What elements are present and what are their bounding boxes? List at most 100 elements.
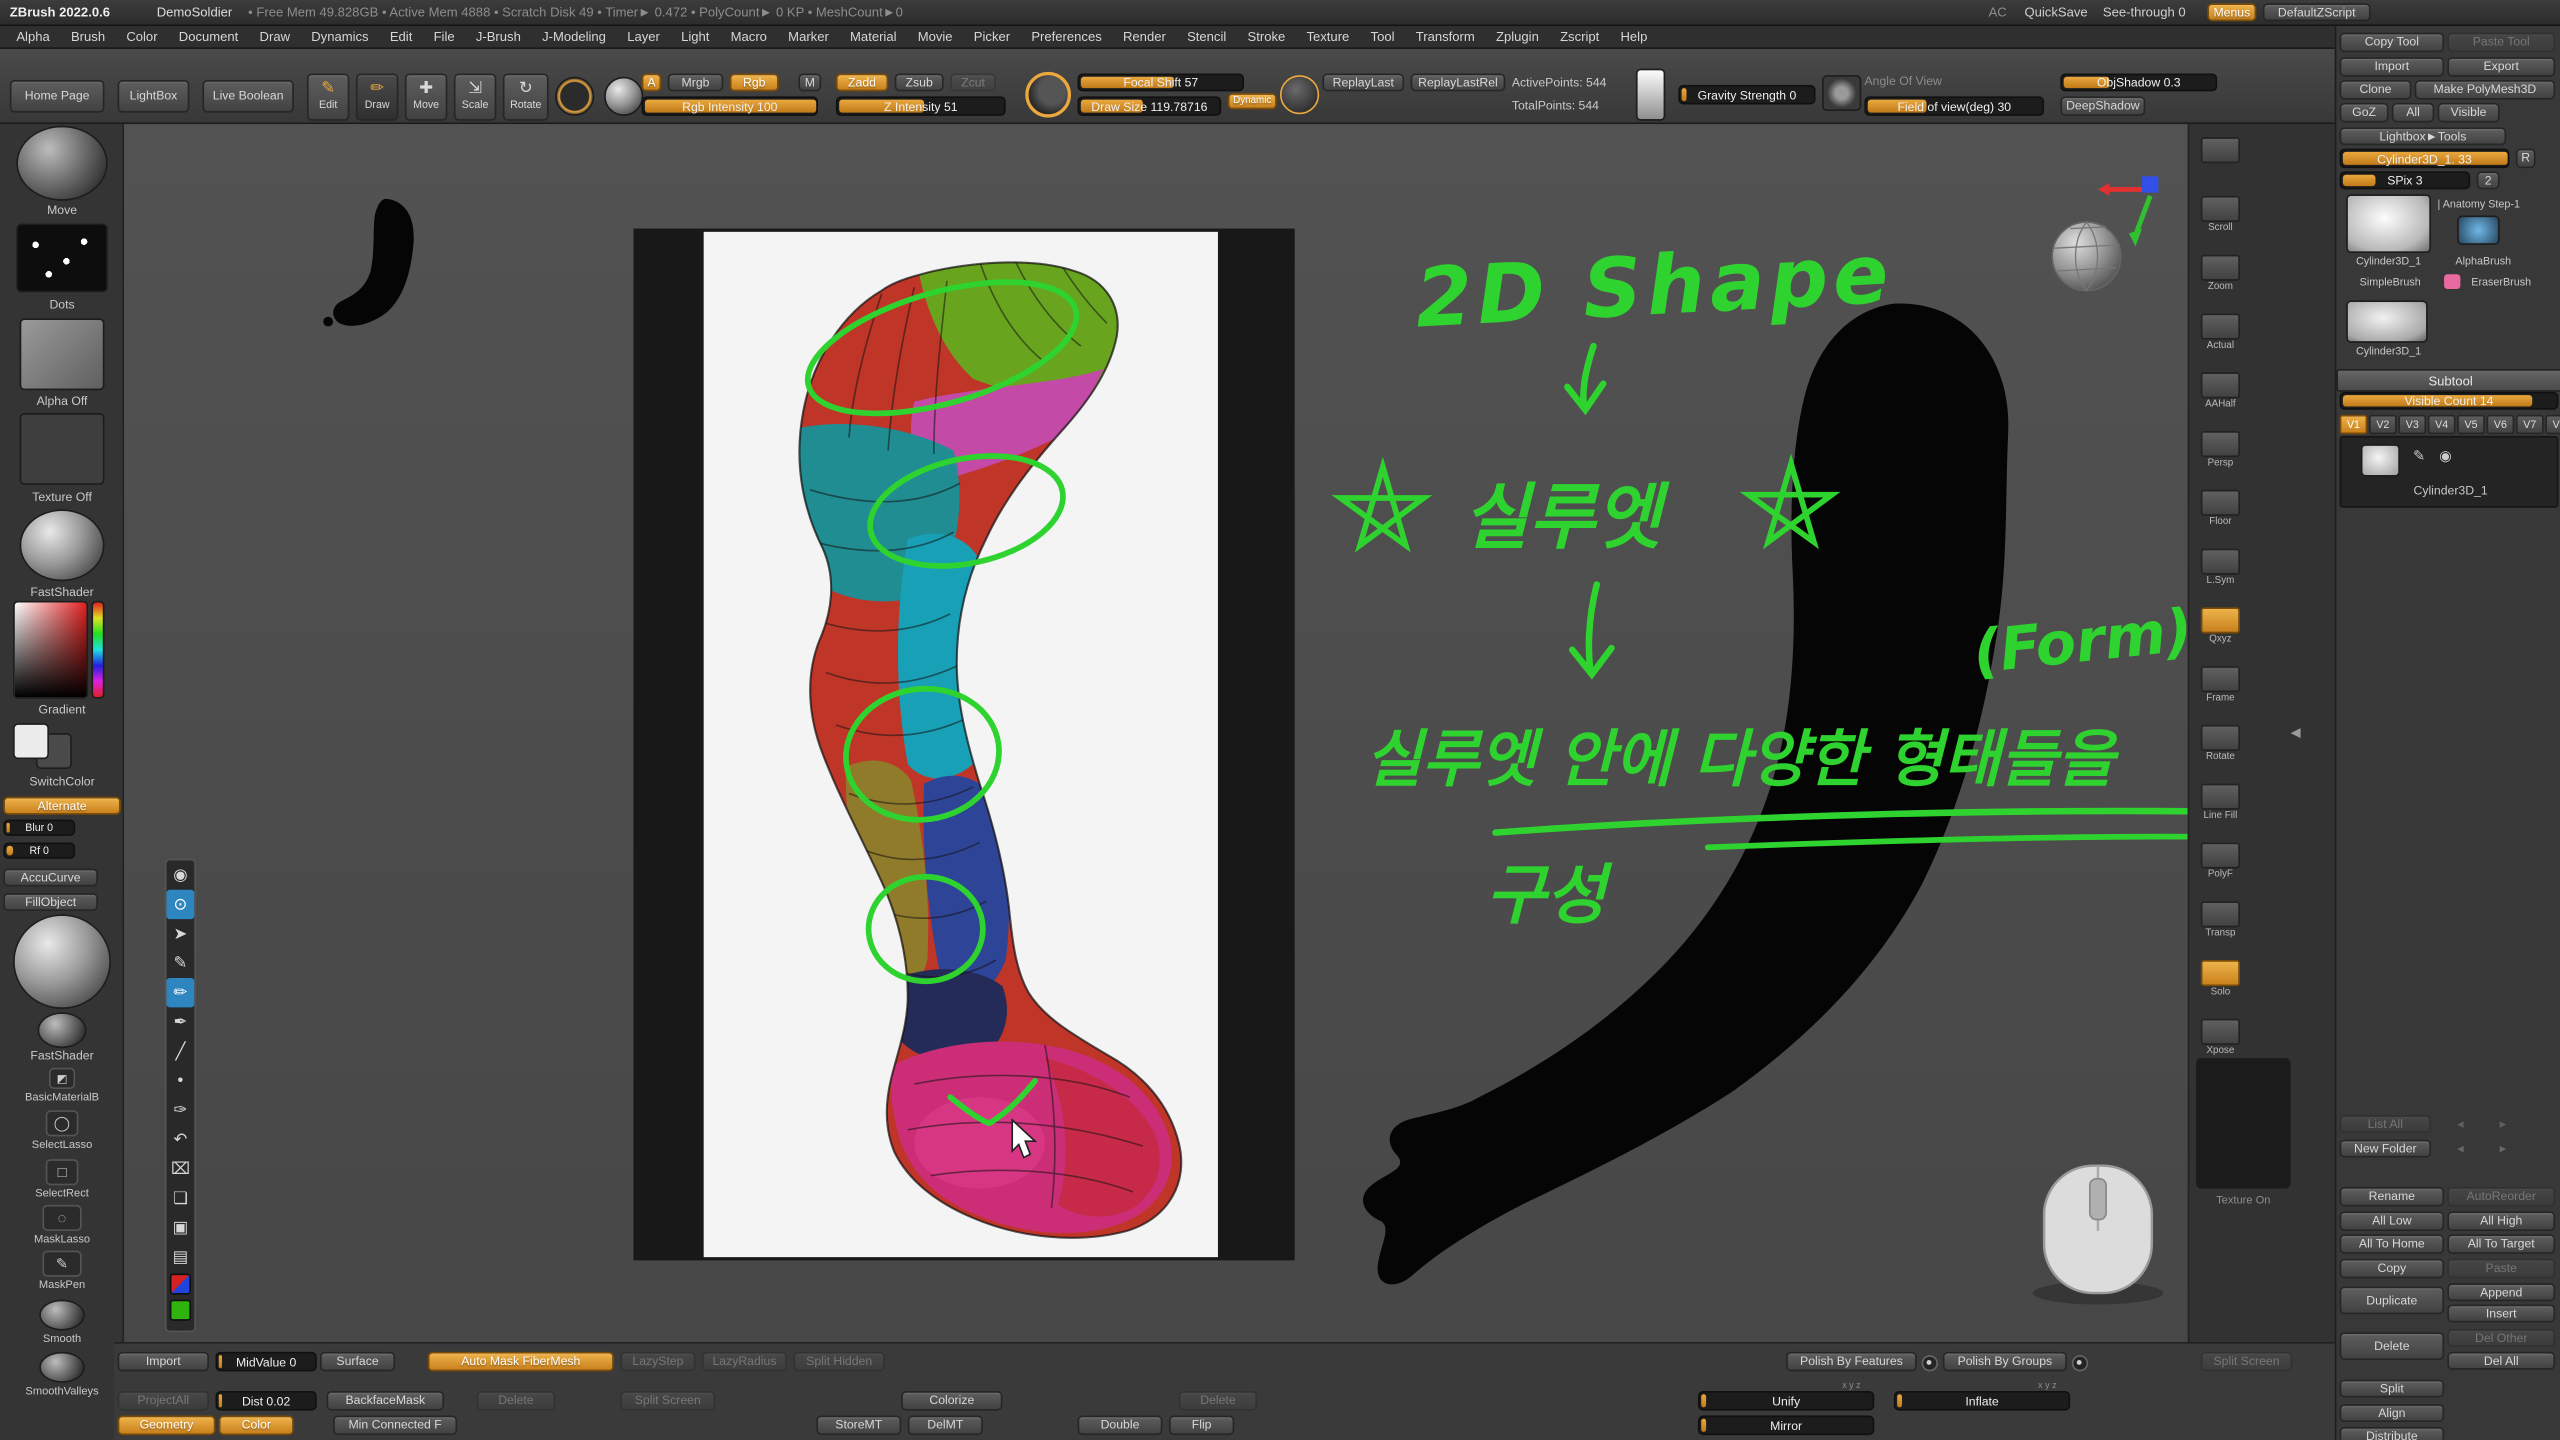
import-bottom-button[interactable]: Import: [118, 1352, 209, 1372]
subtool-edit-icon[interactable]: ✎: [2413, 447, 2425, 465]
del-all-button[interactable]: Del All: [2447, 1352, 2555, 1370]
subtool-down-icon[interactable]: ▸: [2500, 1117, 2507, 1132]
cursor-icon[interactable]: ➤: [167, 919, 195, 948]
lazy-radius-button[interactable]: LazyRadius: [702, 1352, 787, 1372]
accucurve-button[interactable]: AccuCurve: [3, 869, 98, 887]
all-high-button[interactable]: All High: [2447, 1211, 2555, 1231]
shelf-line-fill[interactable]: Line Fill: [2196, 784, 2245, 822]
double-button[interactable]: Double: [1078, 1416, 1163, 1436]
gravity-strength-slider[interactable]: Gravity Strength 0: [1678, 85, 1815, 105]
simple-brush-label[interactable]: SimpleBrush: [2343, 278, 2438, 289]
goz-all-button[interactable]: All: [2392, 103, 2434, 123]
v-tab[interactable]: V1: [2340, 415, 2368, 435]
duplicate-button[interactable]: Duplicate: [2340, 1287, 2444, 1315]
default-zscript-button[interactable]: DefaultZScript: [2263, 3, 2371, 21]
del-other-button[interactable]: Del Other: [2447, 1329, 2555, 1347]
menu-item[interactable]: Stroke: [1247, 29, 1285, 44]
split-button[interactable]: Split: [2340, 1380, 2444, 1398]
import-tool-button[interactable]: Import: [2340, 57, 2444, 77]
replay-icon[interactable]: [1280, 75, 1319, 114]
color-section-button[interactable]: Color: [219, 1416, 294, 1436]
backface-mask-button[interactable]: BackfaceMask: [327, 1391, 445, 1411]
live-boolean-button[interactable]: Live Boolean: [202, 80, 293, 113]
panel-collapse-icon[interactable]: ◀: [2291, 725, 2301, 740]
switchcolor-label[interactable]: SwitchColor: [0, 774, 124, 789]
menu-item[interactable]: Marker: [788, 29, 829, 44]
material-small-sphere-thumb[interactable]: [38, 1012, 87, 1048]
paste-tool-button[interactable]: Paste Tool: [2447, 33, 2555, 53]
menu-item[interactable]: Preferences: [1031, 29, 1101, 44]
comment-icon[interactable]: ❏: [167, 1184, 195, 1213]
rgb-button[interactable]: Rgb: [730, 73, 779, 91]
v-tab[interactable]: V4: [2428, 415, 2456, 435]
alpha-off-thumb[interactable]: [20, 318, 105, 390]
v-tab[interactable]: V5: [2457, 415, 2485, 435]
menu-item[interactable]: Document: [179, 29, 239, 44]
all-low-button[interactable]: All Low: [2340, 1211, 2444, 1231]
inflate-slider[interactable]: Inflate: [1894, 1391, 2070, 1411]
shelf-floor[interactable]: Floor: [2196, 490, 2245, 528]
flip-button[interactable]: Flip: [1169, 1416, 1234, 1436]
current-tool-thumb[interactable]: [2346, 194, 2431, 253]
menu-item[interactable]: Alpha: [16, 29, 49, 44]
shelf-xpose[interactable]: Xpose: [2196, 1019, 2245, 1057]
mirror-slider[interactable]: Mirror: [1698, 1416, 1874, 1436]
fillobject-button[interactable]: FillObject: [3, 893, 98, 911]
pen-disabled-icon[interactable]: ✎: [167, 949, 195, 978]
select-lasso-icon[interactable]: ◯: [46, 1110, 79, 1136]
shelf-frame[interactable]: Frame: [2196, 666, 2245, 704]
menu-item[interactable]: File: [434, 29, 455, 44]
eye-icon[interactable]: ⊙: [167, 890, 195, 919]
paste-subtool-button[interactable]: Paste: [2447, 1259, 2555, 1279]
subtool-up-icon[interactable]: ◂: [2457, 1117, 2464, 1132]
obj-shadow-slider[interactable]: ObjShadow 0.3: [2060, 73, 2217, 91]
delete-button-1[interactable]: Delete: [477, 1391, 555, 1411]
replay-last-rel-button[interactable]: ReplayLastRel: [1411, 73, 1506, 91]
line-icon[interactable]: ╱: [167, 1037, 195, 1066]
rgb-intensity-slider[interactable]: Rgb Intensity 100: [642, 96, 818, 116]
zcut-button[interactable]: Zcut: [950, 73, 996, 91]
lightbox-button[interactable]: LightBox: [118, 80, 190, 113]
move-button[interactable]: ✚ Move: [405, 73, 447, 120]
del-mt-button[interactable]: DelMT: [908, 1416, 983, 1436]
polish-by-features-button[interactable]: Polish By Features: [1786, 1352, 1917, 1372]
alternate-button[interactable]: Alternate: [3, 797, 121, 815]
menu-item[interactable]: Draw: [260, 29, 290, 44]
rotate-button[interactable]: ↻ Rotate: [503, 73, 549, 120]
eraser-brush-label[interactable]: EraserBrush: [2454, 278, 2549, 289]
auto-mask-fibermesh-button[interactable]: Auto Mask FiberMesh: [428, 1352, 614, 1372]
spix-value-box[interactable]: 2: [2477, 171, 2500, 189]
menus-button[interactable]: Menus: [2207, 3, 2256, 21]
shelf-actual[interactable]: Actual: [2196, 313, 2245, 351]
undo-icon[interactable]: ↶: [167, 1125, 195, 1154]
goz-visible-button[interactable]: Visible: [2438, 103, 2500, 123]
shelf-aahalf[interactable]: AAHalf: [2196, 372, 2245, 410]
edit-button[interactable]: ✎ Edit: [307, 73, 349, 120]
menu-item[interactable]: Edit: [390, 29, 413, 44]
subtool-item-label[interactable]: Cylinder3D_1: [2341, 483, 2560, 498]
menu-item[interactable]: Texture: [1306, 29, 1349, 44]
mask-lasso-icon[interactable]: ◌: [42, 1205, 81, 1231]
shelf-scroll[interactable]: Scroll: [2196, 196, 2245, 234]
swatch-green[interactable]: [170, 1300, 191, 1321]
shelf-solo[interactable]: Solo: [2196, 960, 2245, 998]
marker-icon[interactable]: ✑: [167, 1096, 195, 1125]
rf-slider[interactable]: Rf 0: [3, 842, 75, 858]
list-all-button[interactable]: List All: [2340, 1115, 2431, 1133]
folder-down-icon[interactable]: ▸: [2500, 1141, 2507, 1156]
all-to-home-button[interactable]: All To Home: [2340, 1234, 2444, 1254]
clone-button[interactable]: Clone: [2340, 80, 2412, 100]
unify-xyz-label[interactable]: x y z: [1825, 1381, 1877, 1391]
alpha-brush-thumb[interactable]: [2457, 216, 2499, 245]
pen-icon[interactable]: ✒: [167, 1007, 195, 1036]
pin-icon[interactable]: ◉: [167, 860, 195, 889]
gravity-alpha-icon[interactable]: [1636, 69, 1665, 121]
all-to-target-button[interactable]: All To Target: [2447, 1234, 2555, 1254]
menu-item[interactable]: Picker: [974, 29, 1010, 44]
project-all-button[interactable]: ProjectAll: [118, 1391, 209, 1411]
stroke-curve-icon[interactable]: [555, 77, 594, 116]
mid-value-slider[interactable]: MidValue 0: [216, 1352, 317, 1372]
shelf-polyf[interactable]: PolyF: [2196, 842, 2245, 880]
material-fastshader-thumb[interactable]: [20, 509, 105, 581]
smooth-valleys-brush-thumb[interactable]: [39, 1352, 85, 1383]
